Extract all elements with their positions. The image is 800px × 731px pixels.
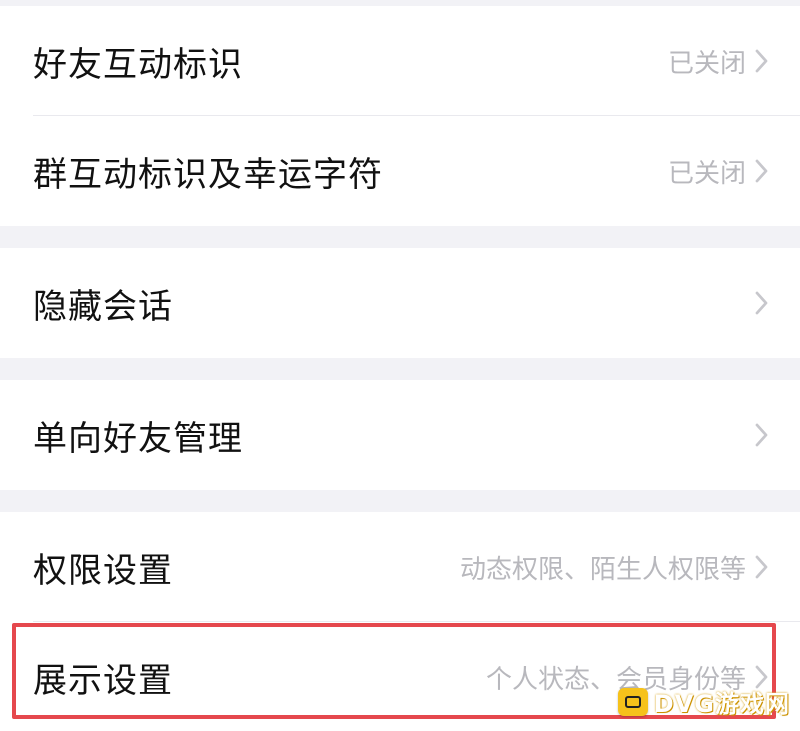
setting-row-one-way-friends[interactable]: 单向好友管理 bbox=[0, 380, 800, 490]
chevron-right-icon bbox=[755, 555, 768, 579]
chevron-right-icon bbox=[755, 159, 768, 183]
setting-row-permissions[interactable]: 权限设置 动态权限、陌生人权限等 bbox=[0, 512, 800, 622]
setting-title: 好友互动标识 bbox=[33, 44, 243, 85]
setting-right bbox=[746, 422, 770, 448]
setting-title: 隐藏会话 bbox=[33, 286, 173, 327]
setting-row-group-interaction[interactable]: 群互动标识及幸运字符 已关闭 bbox=[0, 116, 800, 226]
chevron-right-icon bbox=[755, 49, 768, 73]
watermark: DVG游戏网 bbox=[617, 684, 790, 719]
setting-title: 展示设置 bbox=[33, 660, 173, 701]
setting-row-friend-interaction[interactable]: 好友互动标识 已关闭 bbox=[0, 6, 800, 116]
setting-right: 已关闭 bbox=[668, 153, 770, 190]
settings-group-hidden-chats: 隐藏会话 bbox=[0, 248, 800, 358]
setting-value: 已关闭 bbox=[667, 48, 746, 79]
gamepad-icon bbox=[617, 687, 648, 716]
setting-right: 动态权限、陌生人权限等 bbox=[460, 549, 770, 586]
setting-right: 已关闭 bbox=[668, 43, 770, 80]
setting-title: 群互动标识及幸运字符 bbox=[33, 154, 383, 195]
settings-screen: 好友互动标识 已关闭 群互动标识及幸运字符 已关闭 隐藏会话 单向好友管理 权限… bbox=[0, 0, 800, 731]
settings-group-one-way-friends: 单向好友管理 bbox=[0, 380, 800, 490]
chevron-right-icon bbox=[755, 423, 768, 447]
setting-value: 动态权限、陌生人权限等 bbox=[459, 554, 746, 585]
setting-title: 权限设置 bbox=[33, 550, 173, 591]
settings-group-interaction: 好友互动标识 已关闭 群互动标识及幸运字符 已关闭 bbox=[0, 6, 800, 226]
setting-value: 已关闭 bbox=[667, 158, 746, 189]
setting-row-hidden-chats[interactable]: 隐藏会话 bbox=[0, 248, 800, 358]
setting-right bbox=[746, 290, 770, 316]
watermark-text: DVG游戏网 bbox=[653, 690, 790, 718]
chevron-right-icon bbox=[755, 291, 768, 315]
setting-title: 单向好友管理 bbox=[33, 418, 243, 459]
